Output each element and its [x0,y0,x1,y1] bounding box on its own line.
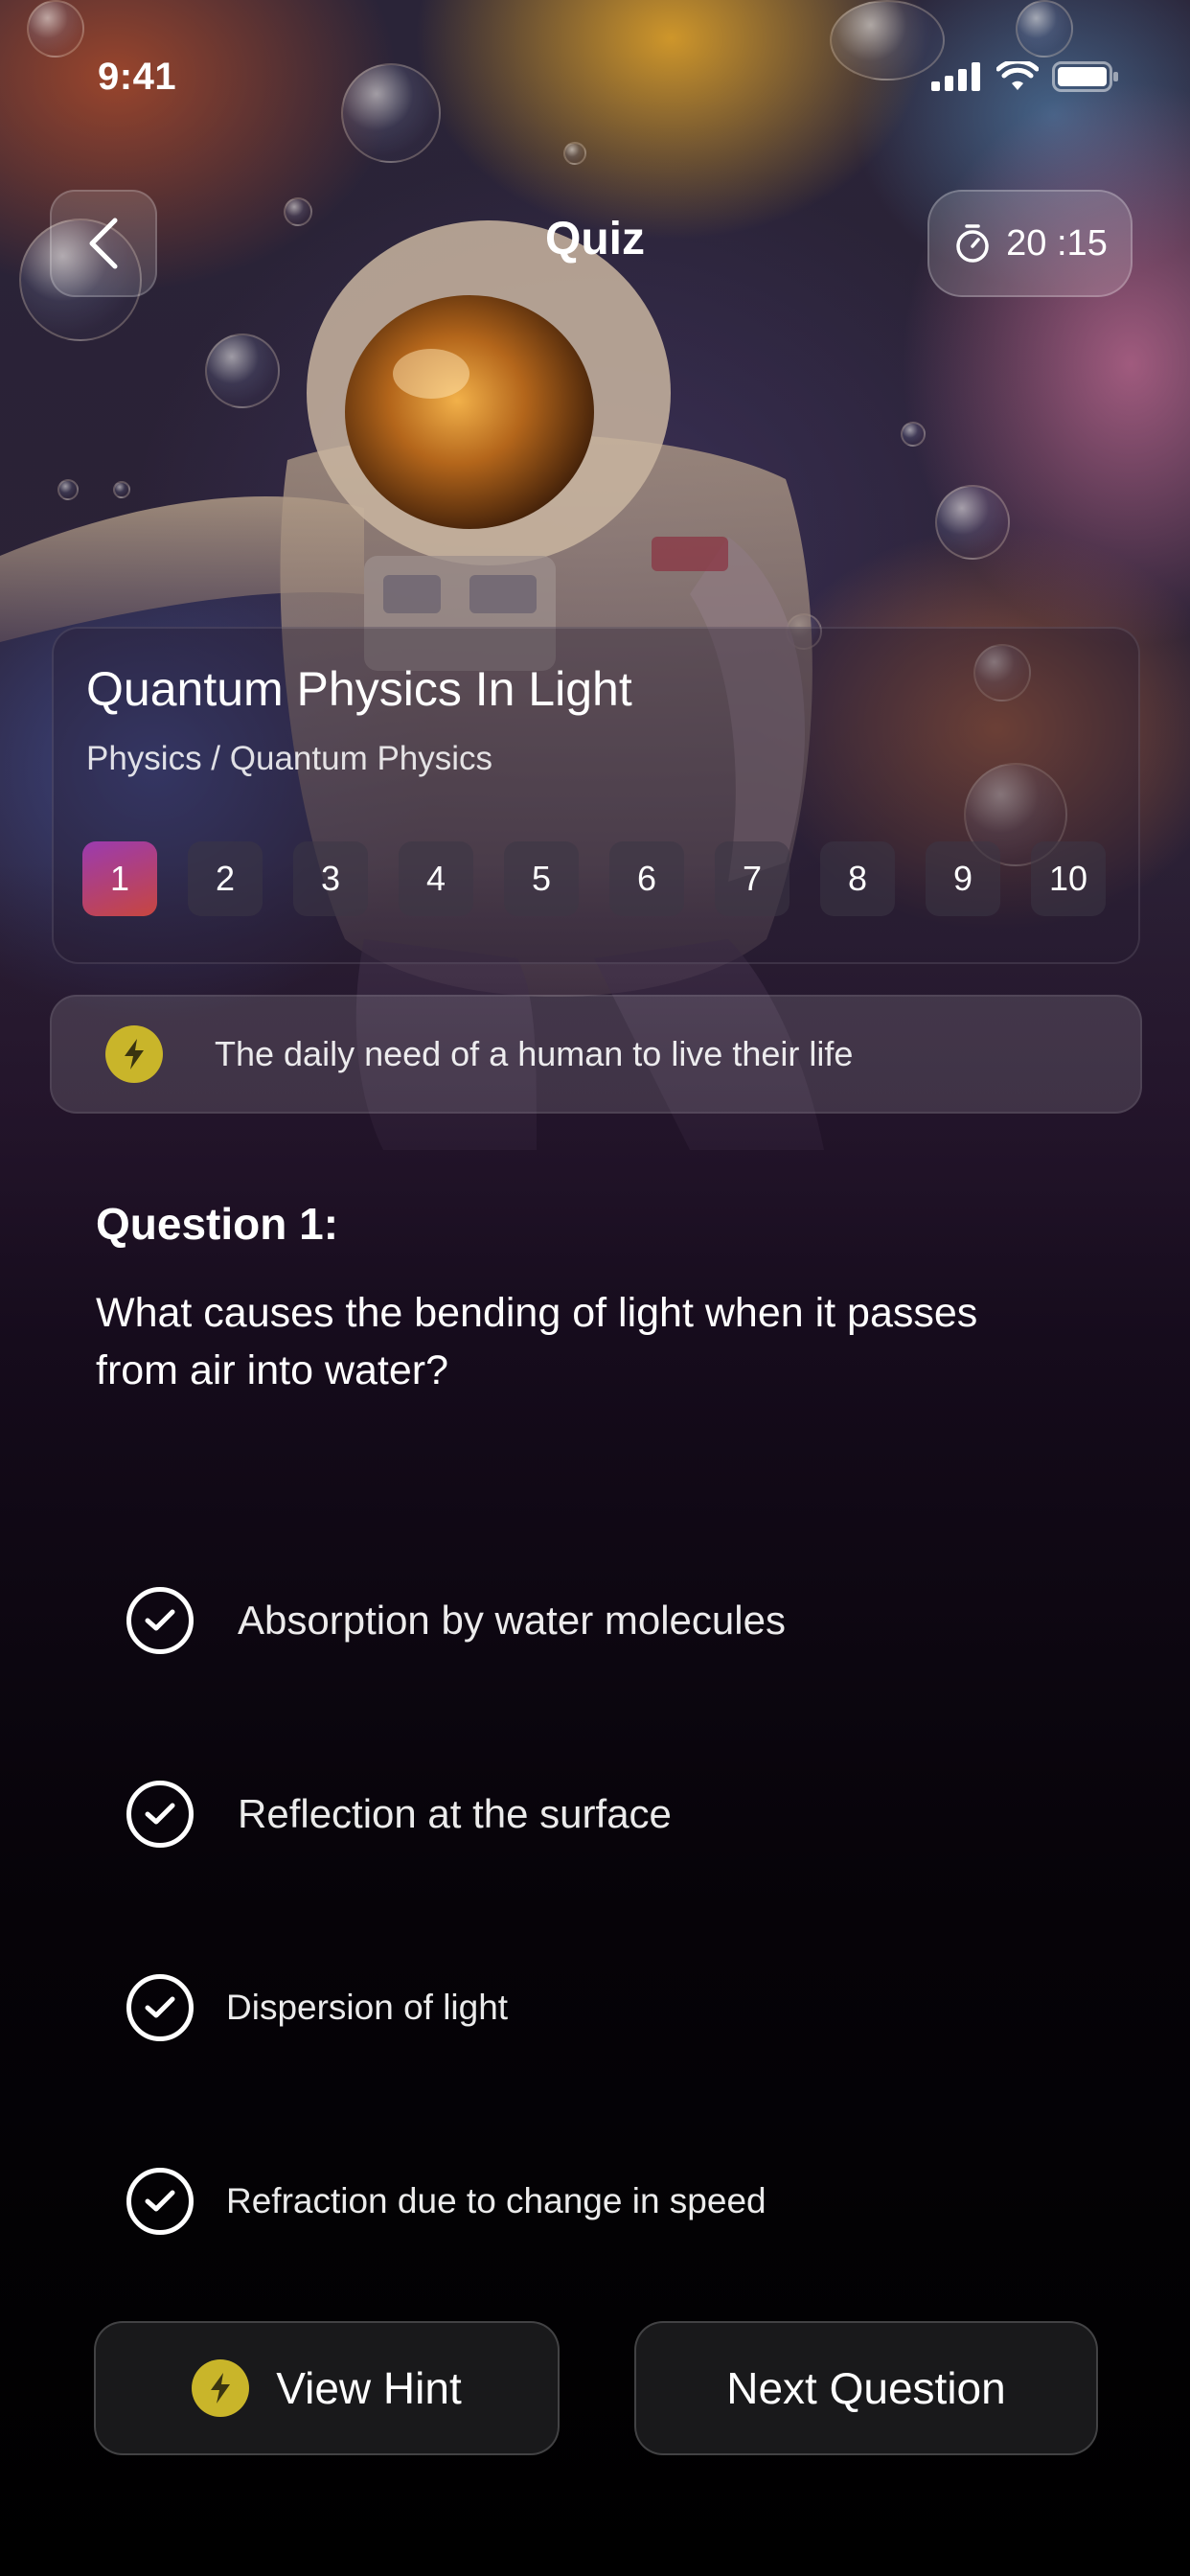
view-hint-label: View Hint [276,2363,462,2413]
answer-options: Absorption by water molecules Reflection… [126,1524,1085,2298]
quiz-timer: 20 :15 [927,190,1133,297]
battery-icon [1052,61,1118,92]
page-5-button[interactable]: 5 [504,841,579,916]
answer-option[interactable]: Absorption by water molecules [126,1524,1085,1717]
view-hint-button[interactable]: View Hint [94,2321,560,2455]
lightning-icon [105,1025,163,1083]
stopwatch-icon [956,224,989,263]
next-question-button[interactable]: Next Question [634,2321,1098,2455]
quiz-category-breadcrumb: Physics / Quantum Physics [86,740,493,777]
timer-value: 20 :15 [1006,222,1108,264]
page-3-button[interactable]: 3 [293,841,368,916]
answer-option[interactable]: Refraction due to change in speed [126,2104,1085,2298]
status-bar: 9:41 [0,0,1190,144]
answer-option[interactable]: Dispersion of light [126,1911,1085,2104]
page-10-button[interactable]: 10 [1031,841,1106,916]
page-2-button[interactable]: 2 [188,841,263,916]
page-4-button[interactable]: 4 [399,841,473,916]
answer-option[interactable]: Reflection at the surface [126,1717,1085,1911]
page-9-button[interactable]: 9 [926,841,1000,916]
check-circle-icon [126,1974,194,2041]
check-circle-icon [126,2168,194,2235]
page-7-button[interactable]: 7 [715,841,790,916]
answer-option-label: Dispersion of light [226,1988,509,2027]
status-icons [931,61,1119,92]
daily-tip-text: The daily need of a human to live their … [215,1034,854,1073]
question-text: What causes the bending of light when it… [96,1290,978,1393]
next-question-label: Next Question [726,2363,1006,2413]
page-8-button[interactable]: 8 [820,841,895,916]
status-time: 9:41 [98,56,177,98]
lightning-icon [192,2359,250,2417]
page-1-button[interactable]: 1 [82,841,157,916]
daily-tip-banner: The daily need of a human to live their … [50,995,1142,1114]
cellular-signal-icon [931,62,980,91]
check-circle-icon [126,1587,194,1654]
quiz-info-card: Quantum Physics In Light Physics / Quant… [52,627,1140,964]
question-number: Question 1: [96,1199,339,1249]
quiz-title: Quantum Physics In Light [86,662,632,716]
answer-option-label: Reflection at the surface [238,1791,672,1836]
check-circle-icon [126,1781,194,1848]
answer-option-label: Refraction due to change in speed [226,2181,767,2220]
wifi-icon [996,61,1039,90]
question-pagination: 1 2 3 4 5 6 7 8 9 10 [82,841,1106,916]
answer-option-label: Absorption by water molecules [238,1598,786,1643]
page-6-button[interactable]: 6 [609,841,684,916]
